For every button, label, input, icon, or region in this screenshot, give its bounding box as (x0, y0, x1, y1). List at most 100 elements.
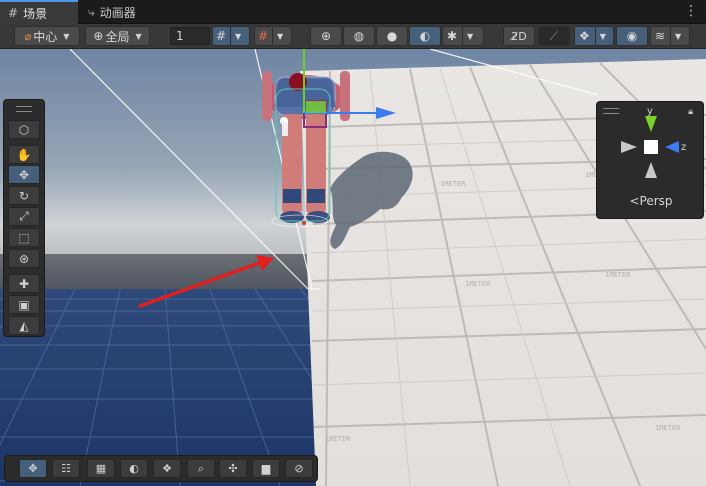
terrain-tool-button[interactable]: ◭ (8, 316, 40, 335)
chevron-down-icon: ▼ (135, 31, 142, 41)
bottom-overlay-toolbar: ✥ ☷ ▦ ◐ ❖ ⌕ ✣ ▆ ⊘ (4, 455, 318, 482)
move-icon: ✥ (28, 462, 38, 475)
custom-tool-icon: ✚ (18, 276, 30, 291)
pivot-space-dropdown[interactable]: ⊕ 全局 ▼ (85, 26, 150, 46)
rotate-tool-button[interactable]: ↻ (8, 186, 40, 205)
shading-icon: ◐ (129, 462, 139, 475)
floor-label: 1METER (440, 180, 466, 188)
move-handle-button[interactable]: ✥ (19, 459, 47, 478)
shaded-wireframe-icon: ◍ (353, 29, 365, 43)
more-menu-icon[interactable]: ⋮ (684, 3, 698, 19)
rotate-icon: ↻ (18, 188, 30, 203)
projection-toggle[interactable]: <Persp (597, 194, 705, 208)
view-cube-button[interactable]: ⬡ (8, 120, 40, 139)
chevron-down-icon: ▼ (272, 27, 287, 45)
pivot-mode-label: 中心 (33, 29, 58, 44)
rect-tool-button[interactable]: ⬚ (8, 228, 40, 247)
chevron-down-icon: ▼ (462, 27, 477, 45)
snap-icon: # (258, 29, 269, 43)
chevron-down-icon: ▼ (670, 27, 685, 45)
wireframe-shading-button[interactable]: ⊕ (310, 26, 342, 46)
effects-icon: ❖ (579, 29, 590, 43)
snap-settings-button[interactable]: # ▼ (254, 26, 292, 46)
scale-icon: ⤢ (19, 209, 29, 223)
sliders-icon: ☷ (61, 462, 71, 475)
debug-draw-mode-button[interactable]: ✱ ▼ (442, 26, 484, 46)
transform-icon: ⊛ (18, 251, 30, 266)
chevron-down-icon: ▼ (230, 27, 245, 45)
2d-icon: 2̸D (511, 29, 527, 43)
drag-handle-icon[interactable] (16, 106, 32, 112)
scene-toolbar: ⌀ 中心 ▼ ⊕ 全局 ▼ 1 # ▼ # ▼ ⊕ ◍ ● ◐ ✱ ▼ 2̸D … (0, 24, 706, 49)
move-icon: ✥ (18, 167, 30, 182)
shaded-button[interactable]: ● (376, 26, 408, 46)
chevron-down-icon: ▼ (63, 31, 70, 41)
scene-visibility-button[interactable]: ◉ (616, 26, 648, 46)
pivot-button[interactable]: ✣ (219, 459, 247, 478)
tab-scene-label: 场景 (23, 6, 48, 21)
move-tool-button[interactable]: ✥ (8, 165, 40, 184)
grid-snapping-button[interactable]: ▦ (87, 459, 115, 478)
2d-toggle-button[interactable]: 2̸D (503, 26, 535, 46)
shaded-sphere-icon: ● (386, 29, 398, 43)
chevron-left-icon: < (629, 194, 640, 208)
pivot-icon: ⌀ (24, 29, 32, 43)
layers-button[interactable]: ≋ ▼ (650, 26, 690, 46)
pivot-mode-dropdown[interactable]: ⌀ 中心 ▼ (14, 26, 80, 46)
search-button[interactable]: ⌕ (187, 459, 215, 478)
axis-z-label: z (681, 142, 686, 153)
tab-bar: # 场景 ⤷ 动画器 ⋮ (0, 0, 706, 24)
tools-overlay: ⬡ ✋ ✥ ↻ ⤢ ⬚ ⊛ ✚ ▣ ◭ (3, 99, 45, 337)
lighting-toggle-button[interactable]: ⟋ (538, 26, 570, 46)
transform-tool-button[interactable]: ⊛ (8, 249, 40, 268)
orientation-gizmo: 🔒︎ y z <Persp (596, 101, 704, 219)
grid-icon: # (8, 6, 19, 20)
floor-label: 1METER (325, 435, 351, 443)
light-off-icon: ⟋ (549, 28, 559, 43)
grid-visibility-button[interactable]: # ▼ (212, 26, 250, 46)
layers-icon: ≋ (655, 29, 666, 43)
animator-icon: ⤷ (88, 4, 95, 19)
bug-icon: ✱ (447, 29, 458, 43)
hand-icon: ✋ (16, 147, 32, 162)
camera-icon: ▆ (261, 462, 271, 475)
terrain-icon: ◭ (19, 318, 29, 333)
wireframe-sphere-icon: ⊕ (320, 29, 332, 43)
compass-icon: ⊘ (294, 462, 304, 475)
tool-settings-button[interactable]: ☷ (52, 459, 80, 478)
floor-label: 1METER (465, 280, 491, 288)
layers-toggle-button[interactable]: ❖ (153, 459, 181, 478)
view-tool-button[interactable]: ✋ (8, 145, 40, 164)
floor-label: 1METER (605, 271, 631, 279)
custom-tool-button[interactable]: ✚ (8, 274, 40, 293)
navigation-button[interactable]: ⊘ (285, 459, 313, 478)
tab-animator[interactable]: ⤷ 动画器 (80, 0, 160, 24)
shading-mode-button[interactable]: ◐ (120, 459, 148, 478)
effects-toggle-button[interactable]: ❖ ▼ (574, 26, 614, 46)
cube-icon: ⬡ (18, 122, 30, 137)
layout-icon: ▣ (18, 297, 30, 312)
pivot-icon: ✣ (228, 462, 238, 475)
camera-preview-button[interactable]: ▆ (252, 459, 280, 478)
globe-icon: ⊕ (93, 29, 104, 43)
tab-scene[interactable]: # 场景 (0, 0, 78, 24)
projection-label: Persp (639, 194, 673, 208)
grid-increment-input[interactable]: 1 (170, 27, 210, 45)
floor-label: 1METER (655, 424, 681, 432)
rect-icon: ⬚ (18, 230, 30, 245)
pivot-space-label: 全局 (105, 29, 130, 44)
lit-sphere-icon: ◐ (419, 29, 431, 43)
search-icon: ⌕ (197, 461, 205, 475)
tab-animator-label: 动画器 (99, 5, 136, 20)
chevron-down-icon: ▼ (594, 27, 610, 45)
lit-shading-button[interactable]: ◐ (409, 26, 441, 46)
axis-y-label: y (647, 106, 653, 117)
grid-snap-icon: ▦ (95, 462, 107, 475)
shaded-wireframe-button[interactable]: ◍ (343, 26, 375, 46)
editor-tool-button[interactable]: ▣ (8, 295, 40, 314)
scene-viewport[interactable]: 1METER 1METER 1METER 1METER 1METER 1METE… (0, 49, 706, 486)
grid-snap-icon: # (216, 29, 227, 43)
axis-widget[interactable]: y z (597, 102, 705, 192)
scale-tool-button[interactable]: ⤢ (8, 207, 40, 226)
layers-icon: ❖ (162, 462, 172, 475)
